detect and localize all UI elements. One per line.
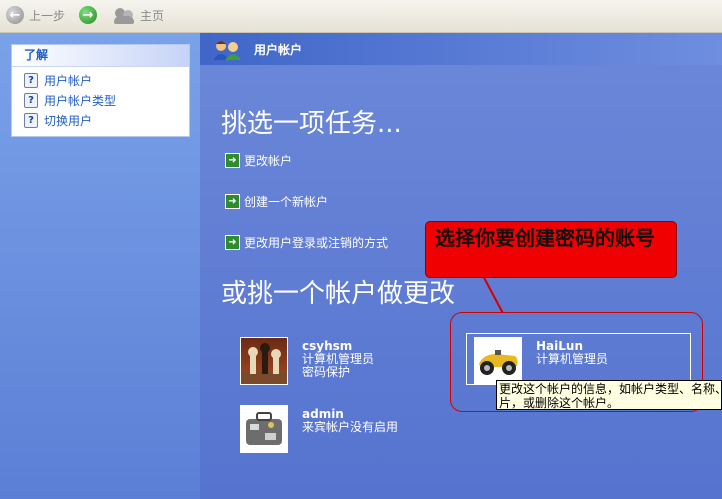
suitcase-avatar	[240, 405, 288, 453]
back-arrow-icon: ←	[6, 6, 24, 24]
pick-task-heading: 挑选一项任务...	[221, 109, 402, 139]
learn-about-panel: 了解 ? 用户帐户 ? 用户帐户类型 ? 切换用户	[11, 44, 190, 137]
green-arrow-icon: ➜	[225, 234, 240, 250]
back-button[interactable]: ← 上一步	[6, 5, 65, 25]
help-icon: ?	[24, 72, 38, 88]
page-title: 用户帐户	[254, 43, 303, 57]
account-tooltip: 更改这个帐户的信息，如帐户类型、名称、 片，或删除这个帐户。	[496, 380, 722, 410]
annotation-callout: 选择你要创建密码的账号	[425, 221, 677, 278]
chess-avatar	[240, 337, 288, 385]
task-create-account[interactable]: ➜ 创建一个新帐户	[225, 192, 328, 210]
forward-button[interactable]: →	[79, 5, 97, 25]
home-button[interactable]: 主页	[114, 5, 164, 25]
forward-arrow-icon: →	[79, 6, 97, 24]
sidebar-item-switch-user[interactable]: ? 切换用户	[12, 110, 189, 130]
left-pane: 了解 ? 用户帐户 ? 用户帐户类型 ? 切换用户	[0, 33, 200, 499]
task-change-account[interactable]: ➜ 更改帐户	[225, 151, 292, 169]
main-header: 用户帐户	[200, 33, 722, 65]
task-change-logon[interactable]: ➜ 更改用户登录或注销的方式	[225, 233, 388, 251]
panel-heading: 了解	[12, 45, 189, 67]
pick-account-heading: 或挑一个帐户做更改	[221, 279, 456, 309]
toolbar: ← 上一步 → 主页	[0, 0, 722, 33]
help-icon: ?	[24, 92, 38, 108]
green-arrow-icon: ➜	[225, 193, 240, 209]
account-admin[interactable]: admin 来宾帐户没有启用	[240, 405, 398, 453]
user-accounts-icon	[213, 41, 241, 60]
sidebar-item-user-accounts[interactable]: ? 用户帐户	[12, 70, 189, 90]
users-home-icon	[114, 6, 136, 24]
account-csyhsm[interactable]: csyhsm 计算机管理员 密码保护	[240, 337, 374, 385]
help-icon: ?	[24, 112, 38, 128]
sidebar-item-account-types[interactable]: ? 用户帐户类型	[12, 90, 189, 110]
green-arrow-icon: ➜	[225, 152, 240, 168]
